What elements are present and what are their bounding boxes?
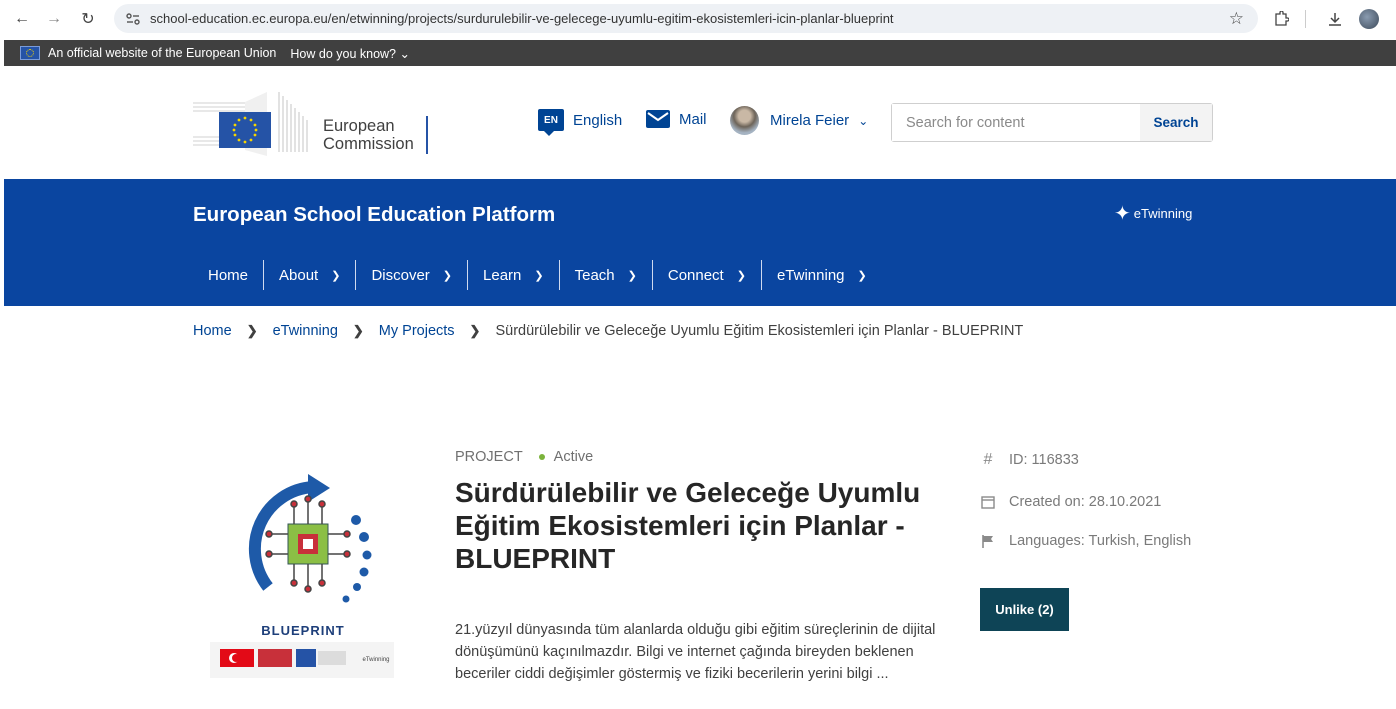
- breadcrumb-etwinning[interactable]: eTwinning: [273, 323, 338, 339]
- unlike-button[interactable]: Unlike (2): [980, 588, 1069, 631]
- nav-about[interactable]: About ❯: [264, 260, 357, 290]
- chevron-down-icon: ❯: [857, 269, 867, 282]
- reload-icon[interactable]: ↻: [76, 7, 100, 31]
- calendar-icon: [980, 495, 996, 509]
- chevron-right-icon: ❯: [469, 323, 481, 338]
- nav-home[interactable]: Home: [193, 260, 265, 290]
- chevron-down-icon: ⌄: [858, 113, 869, 128]
- etwinning-logo[interactable]: ✦ eTwinning: [1114, 201, 1192, 226]
- breadcrumb-my-projects[interactable]: My Projects: [379, 323, 455, 339]
- flag-icon: [980, 534, 996, 548]
- breadcrumb-current: Sürdürülebilir ve Geleceğe Uyumlu Eğitim…: [495, 323, 1024, 339]
- ec-logo-divider: [426, 116, 428, 154]
- site-info-icon[interactable]: [126, 12, 140, 26]
- project-description: 21.yüzyıl dünyasında tüm alanlarda olduğ…: [455, 622, 936, 682]
- profile-icon[interactable]: [1356, 7, 1382, 31]
- language-selector[interactable]: EN English: [538, 109, 623, 136]
- forward-icon[interactable]: →: [42, 7, 66, 31]
- avatar: [730, 106, 759, 135]
- project-languages: Languages: Turkish, English: [980, 533, 1191, 549]
- project-id: # ID: 116833: [980, 451, 1079, 469]
- chevron-right-icon: ❯: [352, 323, 364, 338]
- download-icon[interactable]: [1322, 7, 1348, 31]
- chevron-down-icon: ⌄: [399, 46, 410, 61]
- nav-teach[interactable]: Teach ❯: [560, 260, 653, 290]
- mail-label: Mail: [679, 110, 707, 128]
- search-button[interactable]: Search: [1140, 104, 1212, 141]
- page-title: Sürdürülebilir ve Geleceğe Uyumlu Eğitim…: [455, 477, 921, 574]
- language-label: English: [573, 111, 623, 129]
- ec-logo-text: European Commission: [323, 117, 414, 153]
- back-icon[interactable]: ←: [10, 7, 34, 31]
- nav-learn[interactable]: Learn ❯: [468, 260, 560, 290]
- extensions-icon[interactable]: [1268, 7, 1294, 31]
- blueprint-logo-graphic: BLUEPRINT eTwinning: [210, 474, 394, 678]
- blueprint-logo-text: BLUEPRINT: [261, 623, 344, 638]
- mail-icon: [646, 110, 670, 128]
- project-logo: BLUEPRINT eTwinning: [208, 462, 398, 680]
- nav-connect[interactable]: Connect ❯: [653, 260, 762, 290]
- search-form: Search: [891, 103, 1213, 142]
- user-menu[interactable]: Mirela Feier ⌄: [730, 106, 868, 135]
- platform-header: European School Education Platform ✦ eTw…: [4, 179, 1396, 306]
- project-type-label: PROJECT Active: [455, 449, 593, 465]
- menu-icon[interactable]: ⋮: [1390, 7, 1396, 31]
- project-created-date: Created on: 28.10.2021: [980, 494, 1161, 510]
- platform-title[interactable]: European School Education Platform: [193, 203, 555, 227]
- language-badge-icon: EN: [538, 109, 564, 136]
- chevron-right-icon: ❯: [246, 323, 258, 338]
- search-input[interactable]: [892, 104, 1140, 141]
- url-text[interactable]: school-education.ec.europa.eu/en/etwinni…: [150, 11, 894, 26]
- eu-official-text: An official website of the European Unio…: [48, 46, 277, 60]
- how-do-you-know-toggle[interactable]: How do you know? ⌄: [290, 46, 410, 61]
- site-header: European Commission EN English Mail Mire…: [4, 66, 1396, 178]
- main-navigation: Home About ❯ Discover ❯ Learn ❯ Teach ❯ Conn…: [193, 260, 882, 290]
- nav-discover[interactable]: Discover ❯: [356, 260, 469, 290]
- user-name: Mirela Feier: [770, 112, 850, 129]
- chevron-down-icon: ❯: [736, 269, 746, 282]
- chevron-down-icon: ❯: [534, 269, 544, 282]
- eu-flag-icon: [20, 46, 40, 60]
- browser-toolbar: ← → ↻ school-education.ec.europa.eu/en/e…: [0, 0, 1396, 38]
- svg-text:eTwinning: eTwinning: [362, 657, 389, 663]
- project-type: PROJECT: [455, 449, 523, 465]
- breadcrumb-home[interactable]: Home: [193, 323, 232, 339]
- hash-icon: #: [983, 451, 993, 468]
- chevron-down-icon: ❯: [331, 269, 341, 282]
- chevron-down-icon: ❯: [627, 269, 637, 282]
- breadcrumb: Home ❯ eTwinning ❯ My Projects ❯ Sürdürü…: [193, 323, 1023, 339]
- address-bar[interactable]: school-education.ec.europa.eu/en/etwinni…: [114, 4, 1258, 33]
- status-dot-icon: [538, 454, 545, 460]
- chevron-down-icon: ❯: [442, 269, 453, 282]
- bookmark-star-icon[interactable]: ☆: [1229, 9, 1244, 29]
- eu-official-banner: An official website of the European Unio…: [4, 40, 1396, 66]
- european-commission-logo[interactable]: European Commission: [193, 90, 438, 156]
- ec-logo-graphic: [193, 92, 308, 156]
- etwinning-star-icon: ✦: [1114, 203, 1131, 225]
- mail-link[interactable]: Mail: [646, 110, 707, 128]
- nav-etwinning[interactable]: eTwinning ❯: [762, 260, 882, 290]
- status-badge: Active: [553, 449, 594, 465]
